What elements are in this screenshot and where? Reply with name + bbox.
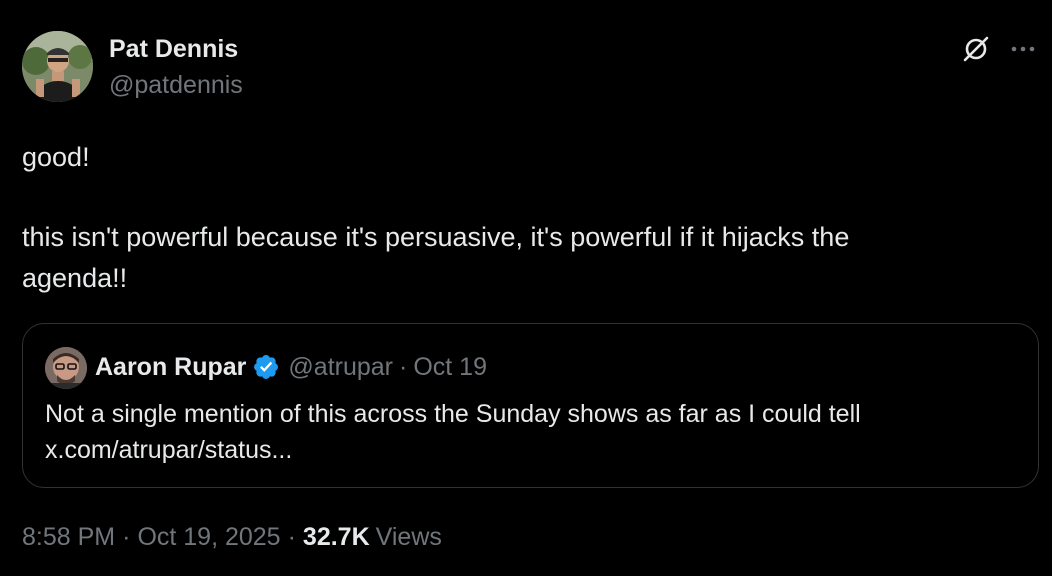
separator-dot: ·: [122, 522, 131, 551]
quoted-tweet-link[interactable]: x.com/atrupar/status...: [45, 432, 292, 468]
quoted-tweet-date[interactable]: Oct 19: [413, 353, 487, 382]
quoted-tweet-text-line: Not a single mention of this across the …: [45, 400, 861, 428]
tweet-date[interactable]: Oct 19, 2025: [137, 523, 280, 552]
views-label: Views: [375, 522, 442, 551]
quoted-author-handle[interactable]: @atrupar: [288, 353, 393, 382]
tweet-text-line: good!: [22, 142, 90, 172]
author-name[interactable]: Pat Dennis: [109, 34, 238, 64]
tweet-text-line: agenda!!: [22, 263, 128, 293]
grok-icon[interactable]: [960, 33, 992, 65]
quoted-author-name[interactable]: Aaron Rupar: [95, 353, 246, 382]
views-count: 32.7K: [302, 522, 370, 551]
quoted-tweet-header: Aaron Rupar @atrupar · Oct 19: [95, 350, 487, 384]
quoted-tweet-card[interactable]: Aaron Rupar @atrupar · Oct 19 Not a sing…: [22, 323, 1039, 488]
tweet: Pat Dennis @patdennis good! this isn't p…: [0, 0, 1052, 576]
author-avatar[interactable]: [22, 31, 93, 102]
verified-badge-icon: [252, 353, 280, 381]
more-icon[interactable]: [1008, 35, 1038, 63]
separator-dot: ·: [399, 352, 408, 381]
author-handle[interactable]: @patdennis: [109, 70, 243, 100]
tweet-text-line: this isn't powerful because it's persuas…: [22, 222, 850, 252]
quoted-author-avatar[interactable]: [45, 347, 87, 389]
tweet-meta: 8:58 PM · Oct 19, 2025 · 32.7K Views: [22, 519, 442, 555]
tweet-time[interactable]: 8:58 PM: [22, 523, 115, 552]
separator-dot: ·: [287, 522, 296, 551]
